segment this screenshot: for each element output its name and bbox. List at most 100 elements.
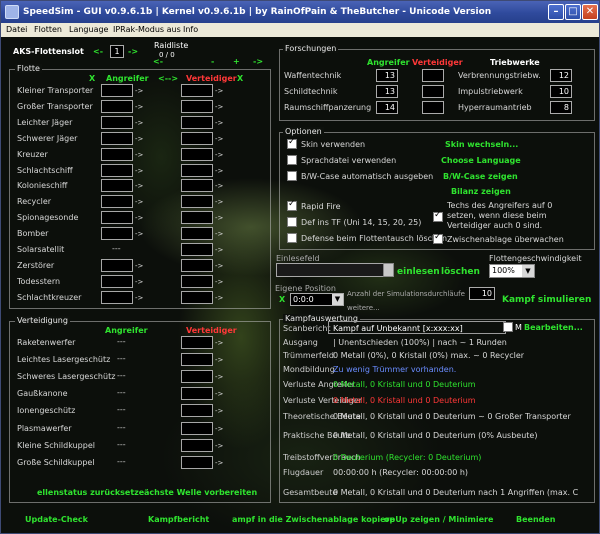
defense-defender-input[interactable] [181,387,213,401]
restore-defense-button[interactable]: ellenstatus zurücksetze [37,488,144,497]
copy-right-icon[interactable]: -> [135,214,143,222]
simulate-button[interactable]: Kampf simulieren [502,295,591,305]
bwcase-checkbox[interactable] [287,171,297,181]
techs-zero-checkbox[interactable] [433,210,443,222]
ship-defender-input[interactable] [181,211,213,225]
ship-attacker-input[interactable] [101,115,133,129]
clear-input-button[interactable]: löschen [441,267,480,277]
research-attacker-input[interactable]: 14 [376,101,398,114]
copy-to-clipboard-button[interactable]: ampf in die Zwischenablage kopiere [232,515,395,524]
ship-attacker-input[interactable] [101,195,133,209]
aks-prev-button[interactable]: <- [93,47,103,56]
ship-defender-input[interactable] [181,115,213,129]
copy-right-icon[interactable]: -> [215,294,223,302]
update-check-button[interactable]: Update-Check [25,515,88,524]
research-attacker-input[interactable]: 13 [376,85,398,98]
ship-defender-input[interactable] [181,290,213,304]
research-defender-input[interactable] [422,85,444,98]
copy-right-icon[interactable]: -> [215,167,223,175]
einlesen-button[interactable]: einlesen [397,267,440,277]
ship-defender-input[interactable] [181,131,213,145]
sim-count-field[interactable]: 10 [469,287,495,300]
engine-input[interactable]: 10 [550,85,572,98]
copy-right-icon[interactable]: -> [135,135,143,143]
copy-right-icon[interactable]: -> [215,278,223,286]
def-tf-checkbox[interactable] [287,217,297,227]
ship-attacker-input[interactable] [101,274,133,288]
ship-attacker-input[interactable] [101,179,133,193]
popup-button[interactable]: opUp zeigen / Minimiere [384,515,493,524]
menu-datei[interactable]: Datei [6,25,27,34]
copy-right-icon[interactable]: -> [135,278,143,286]
ship-attacker-input[interactable] [101,147,133,161]
copy-right-icon[interactable]: -> [135,198,143,206]
copy-right-icon[interactable]: -> [135,87,143,95]
scanbericht-select[interactable] [328,321,506,334]
research-defender-input[interactable] [422,101,444,114]
skin-change-button[interactable]: Skin wechseln... [445,140,518,149]
raid-prev-button[interactable]: <- [153,57,163,66]
menu-flotten[interactable]: Flotten [34,25,62,34]
choose-language-button[interactable]: Choose Language [441,156,521,165]
copy-right-icon[interactable]: -> [215,135,223,143]
copy-right-icon[interactable]: -> [135,294,143,302]
copy-right-icon[interactable]: -> [215,119,223,127]
sprachdatei-checkbox[interactable] [287,155,297,165]
raid-plus-button[interactable]: + [233,57,240,66]
ship-defender-input[interactable] [181,274,213,288]
clear-attacker-fleet-button[interactable]: X [89,74,95,83]
defense-defender-input[interactable] [181,370,213,384]
bwcase-show-button[interactable]: B/W-Case zeigen [443,172,518,181]
engine-input[interactable]: 12 [550,69,572,82]
ship-defender-input[interactable] [181,179,213,193]
einlesen-textarea[interactable] [276,263,394,277]
raid-minus-button[interactable]: - [211,57,214,66]
weitere-link[interactable]: weitere... [347,304,380,312]
ship-attacker-input[interactable] [101,258,133,272]
copy-right-icon[interactable]: -> [135,119,143,127]
menu-language[interactable]: Language [69,25,108,34]
ship-attacker-input[interactable] [101,163,133,177]
raid-next-button[interactable]: -> [253,57,263,66]
defense-defender-input[interactable] [181,404,213,418]
copy-right-icon[interactable]: -> [135,230,143,238]
bilanz-button[interactable]: Bilanz zeigen [451,187,511,196]
clear-defender-fleet-button[interactable]: X [237,74,243,83]
defense-defender-input[interactable] [181,353,213,367]
research-attacker-input[interactable]: 13 [376,69,398,82]
copy-right-icon[interactable]: -> [215,87,223,95]
close-button[interactable]: ✕ [582,4,598,20]
copy-right-icon[interactable]: -> [135,262,143,270]
copy-right-icon[interactable]: -> [215,459,223,467]
ship-attacker-input[interactable] [101,99,133,113]
copy-right-icon[interactable]: -> [215,198,223,206]
ship-defender-input[interactable] [181,227,213,241]
copy-right-icon[interactable]: -> [215,214,223,222]
copy-right-icon[interactable]: -> [215,262,223,270]
ship-defender-input[interactable] [181,147,213,161]
maximize-button[interactable]: □ [565,4,581,20]
minimize-button[interactable]: – [548,4,564,20]
engine-input[interactable]: 8 [550,101,572,114]
copy-right-icon[interactable]: -> [215,103,223,111]
ship-defender-input[interactable] [181,163,213,177]
ship-attacker-input[interactable] [101,211,133,225]
ship-defender-input[interactable] [181,243,213,256]
aks-slot-field[interactable]: 1 [110,45,124,58]
edit-button[interactable]: Bearbeiten... [524,323,583,332]
ship-attacker-input[interactable] [101,84,133,97]
copy-right-icon[interactable]: -> [215,407,223,415]
copy-right-icon[interactable]: -> [135,151,143,159]
copy-right-icon[interactable]: -> [215,246,223,254]
copy-right-icon[interactable]: -> [215,151,223,159]
menu-iprak[interactable]: IPRak-Modus aus [113,25,181,34]
ship-defender-input[interactable] [181,99,213,113]
menu-info[interactable]: Info [183,25,198,34]
speed-select[interactable]: 100% ▼ [489,264,535,278]
einlesen-scrollbar[interactable] [383,263,394,277]
copy-right-icon[interactable]: -> [215,373,223,381]
copy-right-icon[interactable]: -> [135,182,143,190]
next-wave-button[interactable]: ächste Welle vorbereiten [144,488,257,497]
copy-right-icon[interactable]: -> [215,390,223,398]
rapidfire-checkbox[interactable] [287,199,297,211]
